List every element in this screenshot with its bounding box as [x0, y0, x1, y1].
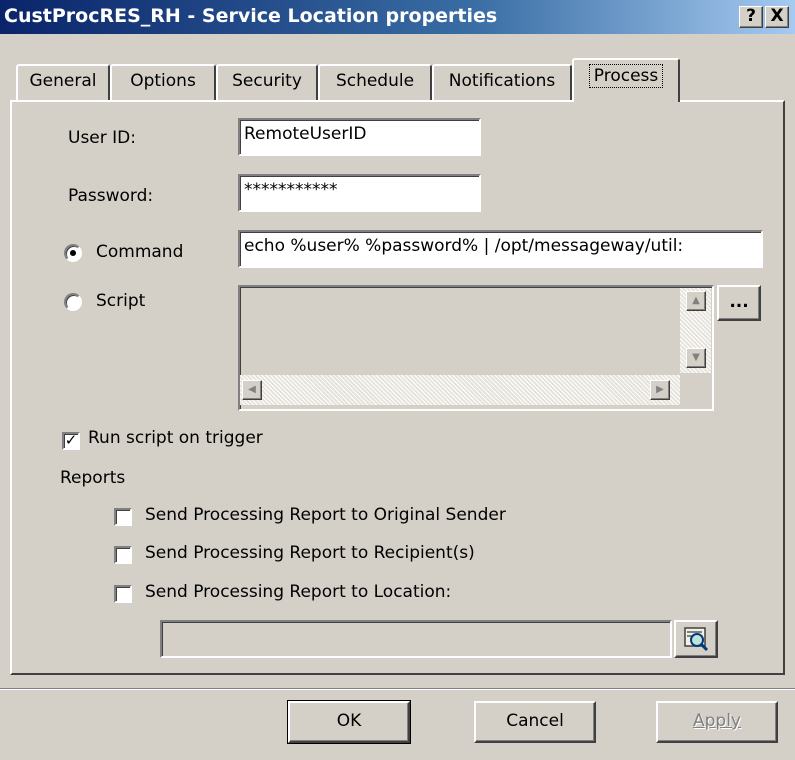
apply-button[interactable]: Apply [656, 701, 778, 743]
tab-options-label: Options [130, 71, 196, 91]
tab-general[interactable]: General [16, 64, 110, 100]
tab-options[interactable]: Options [110, 64, 216, 100]
tab-general-label: General [29, 71, 97, 91]
ok-button[interactable]: OK [287, 700, 411, 744]
properties-dialog: CustProcRES_RH - Service Location proper… [0, 0, 795, 760]
dialog-separator [0, 688, 795, 690]
tab-notifications[interactable]: Notifications [432, 64, 572, 100]
tab-notifications-label: Notifications [448, 71, 556, 91]
help-button[interactable]: ? [739, 6, 763, 28]
close-button[interactable]: X [765, 6, 789, 28]
apply-button-label: Apply [693, 711, 741, 731]
cancel-button[interactable]: Cancel [474, 701, 596, 743]
tab-process-label: Process [588, 64, 664, 88]
process-tab-panel [10, 100, 785, 675]
tab-schedule-label: Schedule [335, 71, 415, 91]
tab-schedule[interactable]: Schedule [318, 64, 432, 100]
cancel-button-label: Cancel [506, 711, 564, 731]
tab-process[interactable]: Process [572, 58, 680, 102]
tab-security[interactable]: Security [216, 64, 318, 100]
window-title: CustProcRES_RH - Service Location proper… [4, 5, 498, 27]
title-bar: CustProcRES_RH - Service Location proper… [0, 0, 795, 34]
ok-button-label: OK [336, 711, 362, 731]
tab-security-label: Security [232, 71, 302, 91]
